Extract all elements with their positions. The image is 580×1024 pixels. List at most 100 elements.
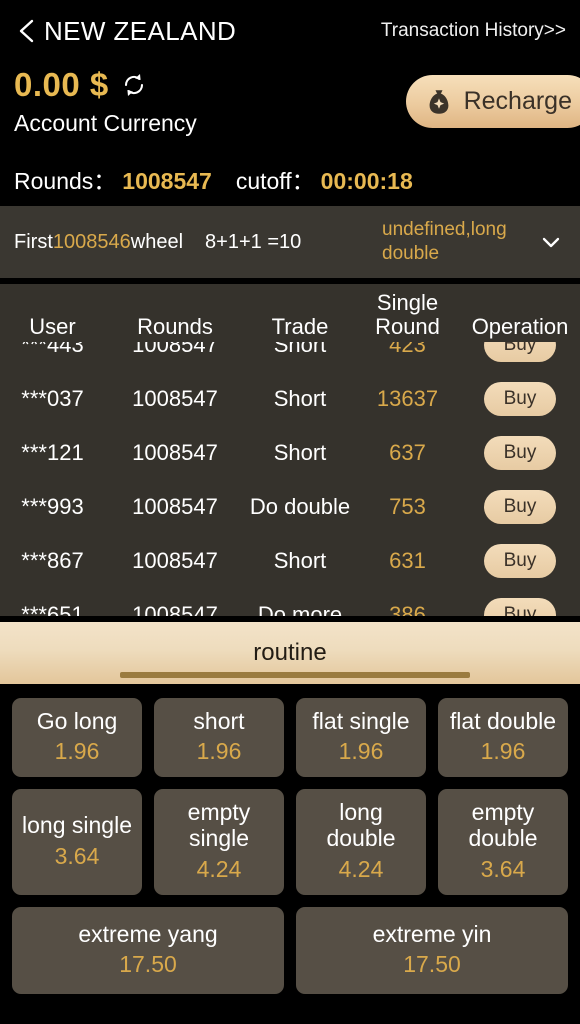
cutoff-label: cutoff： xyxy=(235,168,315,194)
bet-row-2: long single 3.64 empty single 4.24 long … xyxy=(12,789,568,895)
bet-option-empty-double[interactable]: empty double 3.64 xyxy=(438,789,568,895)
last-round-text: First1008546wheel xyxy=(14,231,183,254)
last-round-suffix: wheel xyxy=(130,230,184,253)
buy-button[interactable]: Buy xyxy=(484,382,556,416)
column-header-single-round: Single Round xyxy=(375,289,440,340)
bet-row-1: Go long 1.96 short 1.96 flat single 1.96… xyxy=(12,698,568,778)
cell-operation: Buy xyxy=(460,490,580,524)
table-row[interactable]: ***037 1008547 Short 13637 Buy xyxy=(0,372,580,426)
cell-trade: Do double xyxy=(249,494,351,519)
bet-grid: Go long 1.96 short 1.96 flat single 1.96… xyxy=(0,684,580,994)
bet-name: empty double xyxy=(468,799,538,852)
bet-name: long single xyxy=(22,812,132,839)
cell-trade: Short xyxy=(273,386,327,411)
cell-trade: Short xyxy=(273,440,327,465)
cell-rounds: 1008547 xyxy=(132,440,218,465)
transaction-history-link[interactable]: Transaction History>> xyxy=(381,20,566,42)
buy-button[interactable]: Buy xyxy=(484,544,556,578)
cell-single-round: 386 xyxy=(389,602,426,616)
balance-section: 0.00 $ Account Currency Recharge xyxy=(0,62,580,154)
cell-operation: Buy xyxy=(460,436,580,470)
cell-single-round: 631 xyxy=(389,548,426,573)
bet-odds: 17.50 xyxy=(119,950,177,977)
column-header-trade: Trade xyxy=(271,314,329,340)
column-header-user: User xyxy=(29,314,76,340)
rounds-value: 1008547 xyxy=(122,168,212,194)
bet-option-flat-single[interactable]: flat single 1.96 xyxy=(296,698,426,778)
bet-option-flat-double[interactable]: flat double 1.96 xyxy=(438,698,568,778)
recharge-button[interactable]: Recharge xyxy=(405,75,580,128)
bet-name: Go long xyxy=(36,708,118,734)
buy-button[interactable]: Buy xyxy=(484,598,556,616)
table-header-row: User Rounds Trade Single Round Operation xyxy=(0,284,580,342)
orders-table[interactable]: User Rounds Trade Single Round Operation… xyxy=(0,284,580,616)
cell-single-round: 753 xyxy=(389,494,426,519)
cell-operation: Buy xyxy=(460,382,580,416)
cell-trade: Do more xyxy=(257,602,343,616)
bet-option-extreme-yang[interactable]: extreme yang 17.50 xyxy=(12,906,284,994)
last-round-prefix: First xyxy=(14,230,53,253)
bet-name: extreme yin xyxy=(372,920,492,947)
page-title: NEW ZEALAND xyxy=(44,15,237,46)
bet-name: empty single xyxy=(187,799,251,852)
bet-name: extreme yang xyxy=(78,920,218,947)
last-round-result: undefined,long double xyxy=(382,219,507,264)
balance-amount: 0.00 $ xyxy=(14,66,109,103)
last-result-strip[interactable]: First1008546wheel 8+1+1 =10 undefined,lo… xyxy=(0,206,580,278)
rounds-label: Rounds： xyxy=(14,168,117,194)
cell-operation: Buy xyxy=(460,598,580,616)
table-row[interactable]: ***867 1008547 Short 631 Buy xyxy=(0,534,580,588)
bet-odds: 4.24 xyxy=(338,855,384,882)
cell-trade: Short xyxy=(273,548,327,573)
bet-odds: 1.96 xyxy=(54,738,100,765)
cutoff-value: 00:00:18 xyxy=(320,168,413,194)
chevron-down-icon[interactable] xyxy=(536,227,566,257)
table-row[interactable]: ***651 1008547 Do more 386 Buy xyxy=(0,588,580,616)
refresh-icon[interactable] xyxy=(121,72,147,98)
cell-operation: Buy xyxy=(460,544,580,578)
cell-rounds: 1008547 xyxy=(132,548,218,573)
bet-name: long double xyxy=(326,799,396,852)
bet-option-extreme-yin[interactable]: extreme yin 17.50 xyxy=(296,906,568,994)
top-bar: NEW ZEALAND Transaction History>> xyxy=(0,0,580,62)
money-bag-icon xyxy=(424,87,454,117)
bet-odds: 3.64 xyxy=(54,842,100,869)
bet-option-long-double[interactable]: long double 4.24 xyxy=(296,789,426,895)
column-header-rounds: Rounds xyxy=(137,314,213,340)
bet-odds: 17.50 xyxy=(403,950,461,977)
bet-option-go-long[interactable]: Go long 1.96 xyxy=(12,698,142,778)
bet-odds: 1.96 xyxy=(196,738,242,765)
buy-button[interactable]: Buy xyxy=(484,436,556,470)
bet-option-long-single[interactable]: long single 3.64 xyxy=(12,789,142,895)
table-body: ***443 1008547 Short 423 Buy ***037 1008… xyxy=(0,318,580,616)
bet-option-empty-single[interactable]: empty single 4.24 xyxy=(154,789,284,895)
table-row[interactable]: ***993 1008547 Do double 753 Buy xyxy=(0,480,580,534)
chevron-left-icon[interactable] xyxy=(14,16,40,46)
cell-rounds: 1008547 xyxy=(132,494,218,519)
cell-single-round: 13637 xyxy=(376,386,439,411)
bet-option-short[interactable]: short 1.96 xyxy=(154,698,284,778)
rounds-bar: Rounds： 1008547 cutoff： 00:00:18 xyxy=(0,154,580,200)
cell-user: ***867 xyxy=(21,548,84,573)
last-round-equation: 8+1+1 =10 xyxy=(205,230,302,253)
bet-name: flat single xyxy=(312,708,410,734)
cell-rounds: 1008547 xyxy=(132,602,218,616)
bet-name: flat double xyxy=(449,708,557,734)
bet-odds: 1.96 xyxy=(338,738,384,765)
bet-odds: 3.64 xyxy=(480,855,526,882)
buy-button[interactable]: Buy xyxy=(484,490,556,524)
table-row[interactable]: ***121 1008547 Short 637 Buy xyxy=(0,426,580,480)
tab-routine[interactable]: routine xyxy=(0,622,580,684)
bet-name: short xyxy=(193,708,245,734)
app-root: NEW ZEALAND Transaction History>> 0.00 $… xyxy=(0,0,580,1024)
cell-rounds: 1008547 xyxy=(132,386,218,411)
tab-routine-label: routine xyxy=(253,639,327,666)
bet-row-3: extreme yang 17.50 extreme yin 17.50 xyxy=(12,906,568,994)
recharge-label: Recharge xyxy=(463,87,572,115)
cell-user: ***037 xyxy=(21,386,84,411)
cell-single-round: 637 xyxy=(389,440,426,465)
last-round-number: 1008546 xyxy=(52,230,131,253)
cell-user: ***121 xyxy=(21,440,84,465)
bet-odds: 4.24 xyxy=(196,855,242,882)
bet-odds: 1.96 xyxy=(480,738,526,765)
